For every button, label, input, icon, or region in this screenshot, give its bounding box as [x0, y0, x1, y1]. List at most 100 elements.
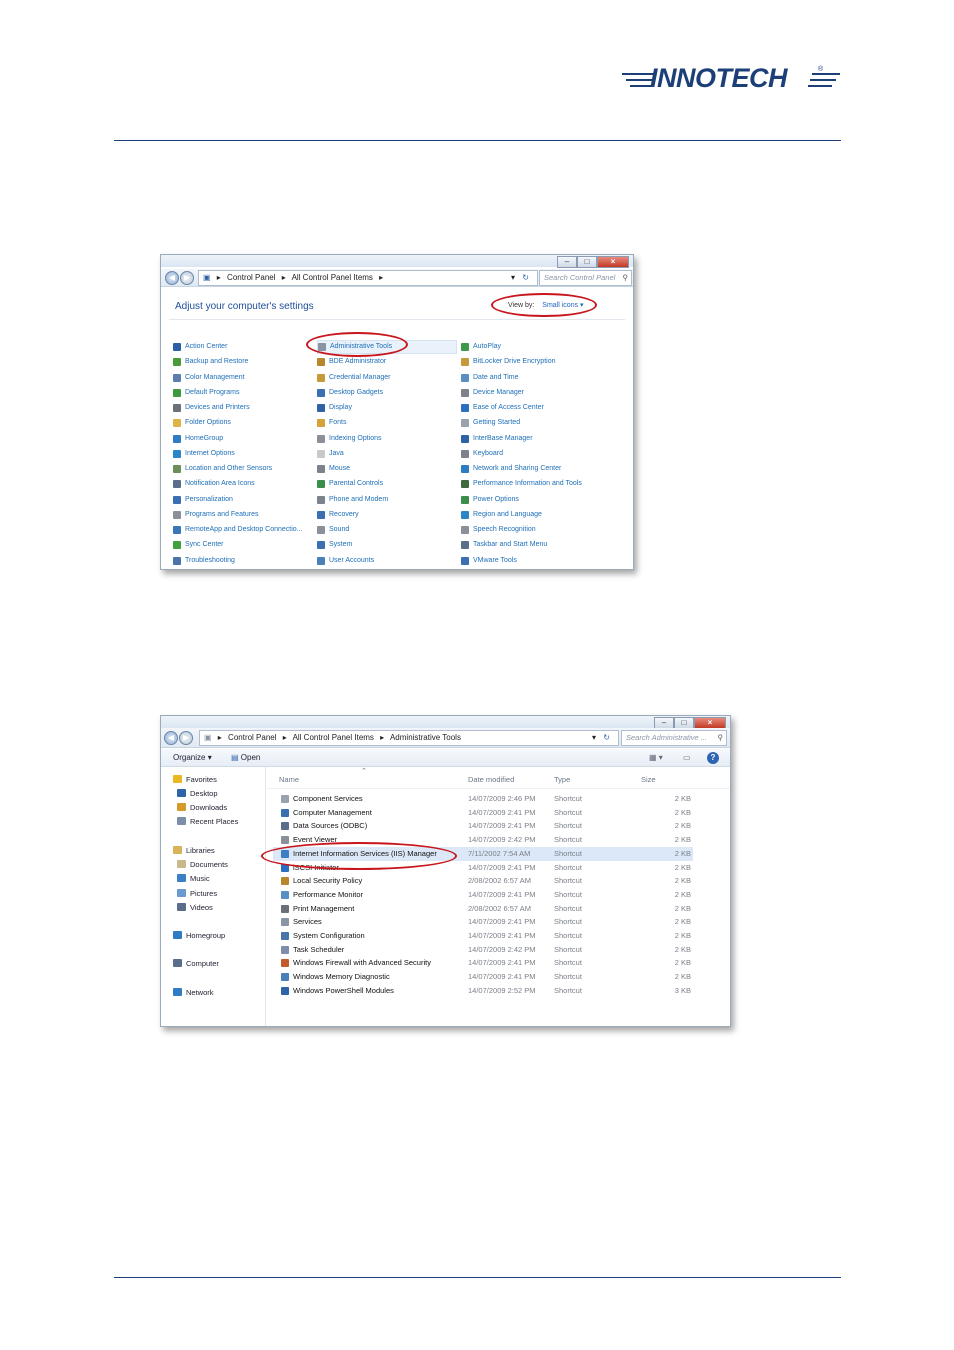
control-panel-item[interactable]: RemoteApp and Desktop Connectio...: [173, 523, 303, 537]
open-button[interactable]: ▤ Open: [231, 749, 260, 766]
control-panel-item[interactable]: HomeGroup: [173, 432, 223, 446]
nav-item-recent-places[interactable]: Recent Places: [177, 815, 238, 827]
control-panel-item[interactable]: Getting Started: [461, 416, 520, 430]
column-size[interactable]: Size: [641, 775, 656, 784]
forward-button[interactable]: ▶: [180, 271, 194, 285]
control-panel-item[interactable]: Personalization: [173, 493, 233, 507]
control-panel-item[interactable]: Power Options: [461, 493, 519, 507]
control-panel-item[interactable]: Default Programs: [173, 386, 239, 400]
control-panel-item[interactable]: Credential Manager: [317, 371, 390, 385]
file-row[interactable]: System Configuration 14/07/2009 2:41 PM Sh…: [273, 929, 693, 943]
help-icon[interactable]: ?: [707, 752, 719, 764]
file-row[interactable]: Services 14/07/2009 2:41 PM Shortcut 2 KB: [273, 915, 693, 929]
file-row[interactable]: Component Services 14/07/2009 2:46 PM Shor…: [273, 792, 693, 806]
back-button[interactable]: ◀: [165, 271, 179, 285]
control-panel-item[interactable]: Taskbar and Start Menu: [461, 538, 547, 552]
control-panel-item[interactable]: Ease of Access Center: [461, 401, 544, 415]
breadcrumb-item[interactable]: Control Panel: [227, 273, 275, 282]
nav-item-desktop[interactable]: Desktop: [177, 787, 218, 799]
control-panel-item[interactable]: Color Management: [173, 371, 245, 385]
back-button[interactable]: ◀: [164, 731, 178, 745]
nav-item-libraries[interactable]: Libraries: [173, 844, 215, 856]
search-input[interactable]: Search Administrative ... ⚲: [621, 730, 727, 746]
breadcrumb-item[interactable]: All Control Panel Items: [293, 733, 374, 742]
control-panel-item[interactable]: Troubleshooting: [173, 554, 235, 568]
bitlocker-icon: [461, 358, 469, 367]
control-panel-item[interactable]: Sound: [317, 523, 349, 537]
control-panel-item[interactable]: Indexing Options: [317, 432, 382, 446]
control-panel-item[interactable]: Folder Options: [173, 416, 231, 430]
file-row[interactable]: Data Sources (ODBC) 14/07/2009 2:41 PM Sho…: [273, 819, 693, 833]
file-row[interactable]: Task Scheduler 14/07/2009 2:42 PM Shortcut…: [273, 943, 693, 957]
refresh-icon[interactable]: ↻: [522, 271, 529, 285]
column-name[interactable]: Name: [279, 775, 299, 784]
view-options-icon[interactable]: ▦ ▾: [649, 749, 663, 766]
control-panel-item[interactable]: InterBase Manager: [461, 432, 533, 446]
file-row[interactable]: Windows PowerShell Modules 14/07/2009 2:5…: [273, 984, 693, 998]
control-panel-item[interactable]: Notification Area Icons: [173, 477, 255, 491]
breadcrumb[interactable]: ▣ ▸ Control Panel ▸ All Control Panel It…: [199, 730, 619, 746]
nav-item-music[interactable]: Music: [177, 872, 210, 884]
control-panel-item[interactable]: Display: [317, 401, 352, 415]
control-panel-item[interactable]: Internet Options: [173, 447, 235, 461]
dropdown-arrow-icon[interactable]: ▾: [511, 271, 515, 285]
organize-button[interactable]: Organize ▾: [173, 749, 212, 766]
dropdown-arrow-icon[interactable]: ▾: [592, 731, 596, 745]
nav-item-homegroup[interactable]: Homegroup: [173, 929, 225, 941]
nav-item-pictures[interactable]: Pictures: [177, 887, 217, 899]
control-panel-item[interactable]: Java: [317, 447, 344, 461]
printer-icon: [173, 404, 181, 412]
control-panel-item[interactable]: Mouse: [317, 462, 350, 476]
close-button[interactable]: ×: [597, 256, 629, 268]
control-panel-item[interactable]: BDE Administrator: [317, 355, 386, 369]
nav-item-documents[interactable]: Documents: [177, 858, 228, 870]
control-panel-item[interactable]: VMware Tools: [461, 554, 517, 568]
control-panel-item[interactable]: Speech Recognition: [461, 523, 536, 537]
breadcrumb-item[interactable]: All Control Panel Items: [292, 273, 373, 282]
file-row[interactable]: Windows Firewall with Advanced Security 1…: [273, 956, 693, 970]
forward-button[interactable]: ▶: [179, 731, 193, 745]
breadcrumb[interactable]: ▣ ▸ Control Panel ▸ All Control Panel It…: [198, 270, 538, 286]
control-panel-item[interactable]: Devices and Printers: [173, 401, 250, 415]
control-panel-item[interactable]: Keyboard: [461, 447, 503, 461]
control-panel-item[interactable]: Performance Information and Tools: [461, 477, 582, 491]
nav-item-network[interactable]: Network: [173, 986, 214, 998]
control-panel-item[interactable]: Location and Other Sensors: [173, 462, 272, 476]
breadcrumb-item[interactable]: Control Panel: [228, 733, 276, 742]
nav-item-downloads[interactable]: Downloads: [177, 801, 227, 813]
minimize-button[interactable]: –: [557, 256, 577, 268]
control-panel-item[interactable]: Region and Language: [461, 508, 542, 522]
file-row[interactable]: Print Management 2/08/2002 6:57 AM Shortcu…: [273, 902, 693, 916]
column-date-modified[interactable]: Date modified: [468, 775, 514, 784]
control-panel-item[interactable]: BitLocker Drive Encryption: [461, 355, 555, 369]
control-panel-item[interactable]: Backup and Restore: [173, 355, 248, 369]
control-panel-item[interactable]: Recovery: [317, 508, 359, 522]
maximize-button[interactable]: □: [577, 256, 597, 268]
control-panel-item[interactable]: Date and Time: [461, 371, 519, 385]
search-input[interactable]: Search Control Panel ⚲: [539, 270, 632, 286]
control-panel-item[interactable]: Device Manager: [461, 386, 524, 400]
control-panel-item[interactable]: Network and Sharing Center: [461, 462, 561, 476]
control-panel-item[interactable]: Action Center: [173, 340, 227, 354]
control-panel-item[interactable]: System: [317, 538, 352, 552]
file-row[interactable]: Windows Memory Diagnostic 14/07/2009 2:41…: [273, 970, 693, 984]
control-panel-item[interactable]: Desktop Gadgets: [317, 386, 383, 400]
refresh-icon[interactable]: ↻: [603, 731, 610, 745]
column-type[interactable]: Type: [554, 775, 570, 784]
nav-item-computer[interactable]: Computer: [173, 957, 219, 969]
control-panel-item[interactable]: Programs and Features: [173, 508, 259, 522]
control-panel-item[interactable]: Fonts: [317, 416, 347, 430]
nav-item-favorites[interactable]: Favorites: [173, 773, 217, 785]
breadcrumb-item[interactable]: Administrative Tools: [390, 733, 461, 742]
control-panel-item[interactable]: User Accounts: [317, 554, 374, 568]
preview-pane-icon[interactable]: ▭: [683, 749, 691, 766]
control-panel-item[interactable]: Phone and Modem: [317, 493, 388, 507]
nav-item-videos[interactable]: Videos: [177, 901, 213, 913]
file-row[interactable]: Computer Management 14/07/2009 2:41 PM Sho…: [273, 806, 693, 820]
control-panel-item[interactable]: AutoPlay: [461, 340, 501, 354]
control-panel-item[interactable]: Parental Controls: [317, 477, 383, 491]
control-panel-item[interactable]: Sync Center: [173, 538, 224, 552]
file-row[interactable]: Local Security Policy 2/08/2002 6:57 AM Sh…: [273, 874, 693, 888]
file-type: Shortcut: [554, 958, 582, 968]
file-row[interactable]: Performance Monitor 14/07/2009 2:41 PM Sho…: [273, 888, 693, 902]
